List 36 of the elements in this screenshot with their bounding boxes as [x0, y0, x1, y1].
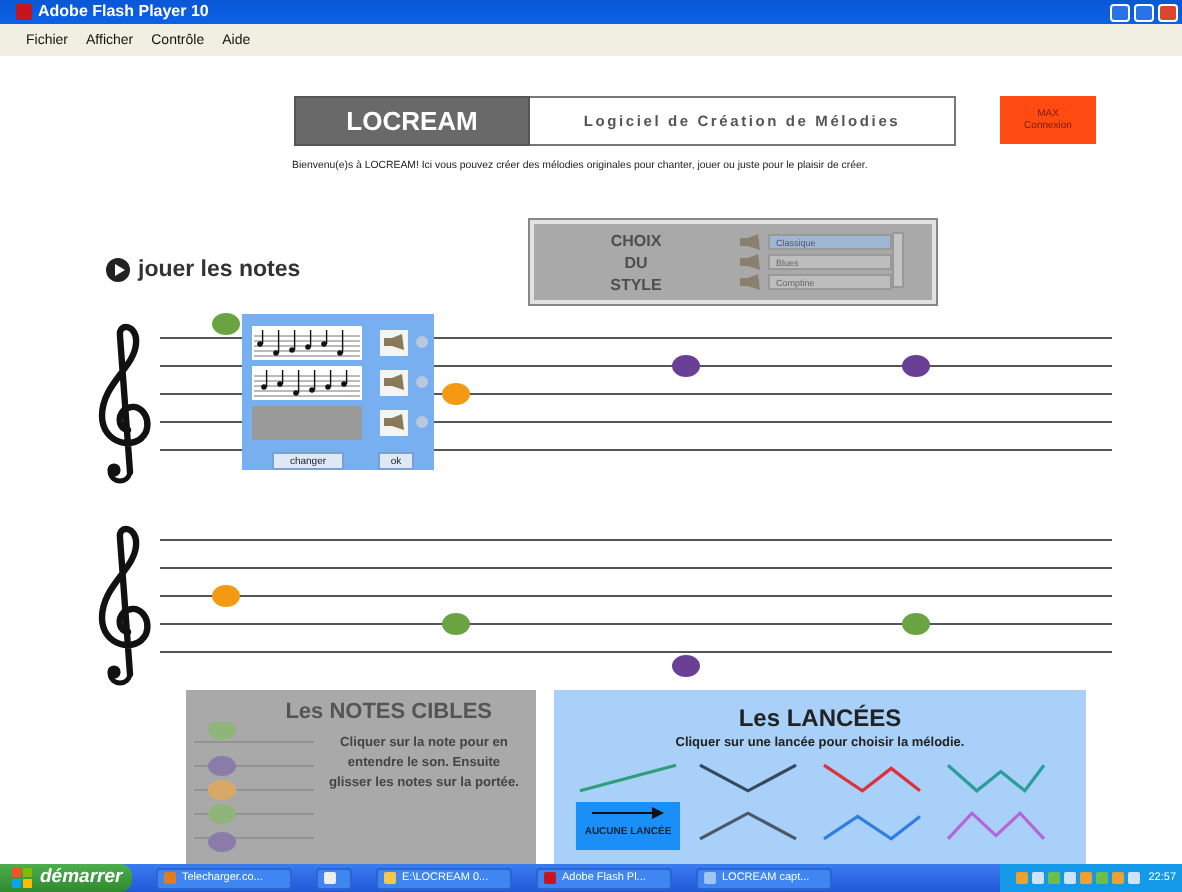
note[interactable] [902, 355, 930, 377]
panel-title: Les NOTES CIBLES [285, 700, 492, 726]
close-button[interactable] [1158, 3, 1178, 21]
contour-line[interactable] [823, 763, 921, 793]
windows-logo-icon [12, 868, 32, 888]
score-thumbnail-drawing[interactable] [252, 365, 362, 399]
style-heading: CHOIX DU STYLE [608, 229, 664, 295]
play-icon [106, 258, 130, 282]
taskbar-button[interactable] [316, 867, 352, 889]
listen-button[interactable] [380, 329, 408, 355]
minimize-button[interactable] [1110, 3, 1130, 21]
speaker-icon [384, 334, 404, 350]
radio-button[interactable] [416, 336, 428, 348]
listen-button[interactable] [380, 409, 408, 435]
start-button[interactable]: démarrer [0, 864, 132, 892]
app-logo: LOCREAM [294, 96, 530, 146]
panel-title: Les LANCÉES [736, 704, 904, 732]
maximize-button[interactable] [1134, 3, 1154, 21]
score-thumbnail-drawing[interactable] [252, 325, 362, 359]
contour-line[interactable] [699, 811, 797, 841]
note[interactable] [672, 655, 700, 677]
radio-button[interactable] [416, 376, 428, 388]
treble-clef-icon [96, 320, 156, 484]
contour-line[interactable] [699, 763, 797, 793]
speaker-icon [384, 414, 404, 430]
treble-clef-icon [96, 522, 156, 686]
empty-slot [252, 405, 362, 439]
speaker-icon [384, 374, 404, 390]
scroll-bar[interactable] [892, 232, 904, 288]
radio-button[interactable] [416, 416, 428, 428]
listen-button[interactable] [380, 369, 408, 395]
contour-line[interactable] [823, 814, 921, 841]
play-notes-button[interactable]: jouer les notes [106, 257, 301, 283]
window-title: Adobe Flash Player 10 [38, 2, 209, 22]
arrow-icon [592, 806, 664, 820]
note[interactable] [672, 355, 700, 377]
